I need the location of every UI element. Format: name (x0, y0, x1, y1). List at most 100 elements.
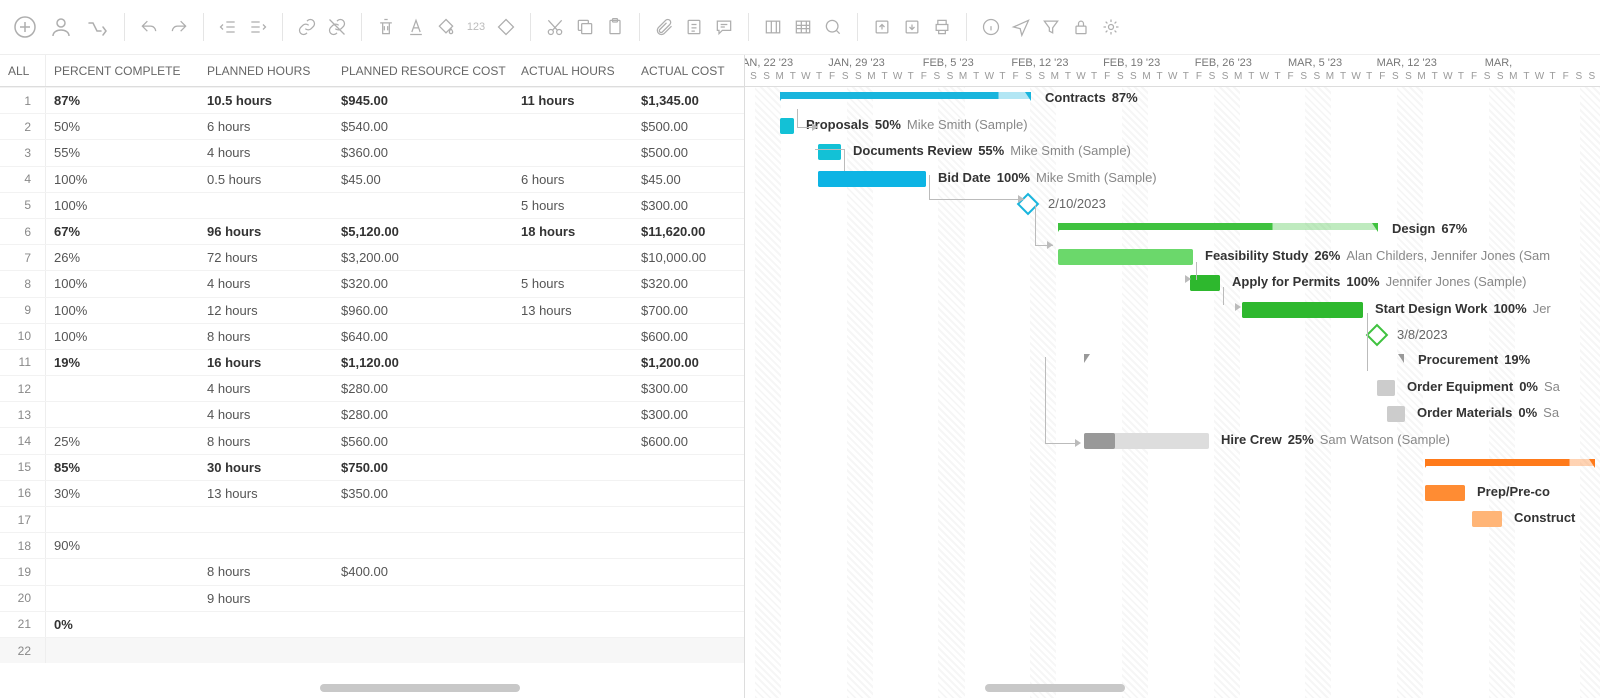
cell-accost[interactable]: $600.00 (633, 434, 743, 449)
cell-plcost[interactable]: $560.00 (333, 434, 513, 449)
copy-icon[interactable] (573, 15, 597, 39)
table-row[interactable]: 209 hours (0, 585, 744, 611)
cell-plhrs[interactable]: 72 hours (199, 250, 333, 265)
cell-accost[interactable]: $11,620.00 (633, 224, 743, 239)
cell-accost[interactable]: $300.00 (633, 198, 743, 213)
table-row[interactable]: 1890% (0, 532, 744, 558)
cell-accost[interactable]: $500.00 (633, 119, 743, 134)
cell-accost[interactable]: $45.00 (633, 172, 743, 187)
cell-accost[interactable]: $500.00 (633, 145, 743, 160)
cut-icon[interactable] (543, 15, 567, 39)
cell-pct[interactable]: 30% (46, 486, 199, 501)
cell-plcost[interactable]: $945.00 (333, 93, 513, 108)
col-header-plcost[interactable]: PLANNED RESOURCE COST (333, 55, 513, 86)
cell-accost[interactable]: $700.00 (633, 303, 743, 318)
cell-pct[interactable]: 85% (46, 460, 199, 475)
cell-plhrs[interactable]: 16 hours (199, 355, 333, 370)
cell-plhrs[interactable]: 13 hours (199, 486, 333, 501)
cell-accost[interactable]: $1,345.00 (633, 93, 743, 108)
task-bar[interactable] (818, 171, 926, 187)
cell-plhrs[interactable]: 96 hours (199, 224, 333, 239)
cell-plhrs[interactable]: 8 hours (199, 564, 333, 579)
cell-accost[interactable]: $600.00 (633, 329, 743, 344)
link-icon[interactable] (295, 15, 319, 39)
table-row[interactable]: 5100%5 hours$300.00 (0, 192, 744, 218)
cell-plhrs[interactable]: 9 hours (199, 591, 333, 606)
table-row[interactable]: 198 hours$400.00 (0, 558, 744, 584)
cell-plcost[interactable]: $960.00 (333, 303, 513, 318)
table-row[interactable]: 4100%0.5 hours$45.006 hours$45.00 (0, 166, 744, 192)
task-bar[interactable] (1058, 249, 1193, 265)
cell-plcost[interactable]: $1,120.00 (333, 355, 513, 370)
summary-bar[interactable] (780, 92, 1031, 99)
col-header-accost[interactable]: ACTUAL COST (633, 55, 743, 86)
table-row[interactable]: 1425%8 hours$560.00$600.00 (0, 427, 744, 453)
cell-achrs[interactable]: 5 hours (513, 276, 633, 291)
cell-plcost[interactable]: $45.00 (333, 172, 513, 187)
table-row[interactable]: 250%6 hours$540.00$500.00 (0, 113, 744, 139)
export-icon[interactable] (870, 15, 894, 39)
cell-plcost[interactable]: $350.00 (333, 486, 513, 501)
cell-plcost[interactable]: $640.00 (333, 329, 513, 344)
table-row[interactable]: 210% (0, 611, 744, 637)
info-icon[interactable] (979, 15, 1003, 39)
zoom-icon[interactable] (821, 15, 845, 39)
task-bar[interactable] (1190, 275, 1220, 291)
cell-accost[interactable]: $300.00 (633, 407, 743, 422)
cell-plhrs[interactable]: 4 hours (199, 381, 333, 396)
cell-plhrs[interactable]: 4 hours (199, 145, 333, 160)
table-row[interactable]: 22 (0, 637, 744, 663)
cell-accost[interactable]: $300.00 (633, 381, 743, 396)
cell-plcost[interactable]: $540.00 (333, 119, 513, 134)
task-bar[interactable] (1084, 433, 1209, 449)
undo-icon[interactable] (137, 15, 161, 39)
cell-pct[interactable]: 50% (46, 119, 199, 134)
table-row[interactable]: 355%4 hours$360.00$500.00 (0, 139, 744, 165)
cell-accost[interactable]: $320.00 (633, 276, 743, 291)
diamond-icon[interactable] (494, 15, 518, 39)
cell-achrs[interactable]: 6 hours (513, 172, 633, 187)
outdent-icon[interactable] (216, 15, 240, 39)
cell-pct[interactable]: 19% (46, 355, 199, 370)
cell-plcost[interactable]: $320.00 (333, 276, 513, 291)
cell-plhrs[interactable]: 6 hours (199, 119, 333, 134)
cell-achrs[interactable]: 5 hours (513, 198, 633, 213)
table-row[interactable]: 8100%4 hours$320.005 hours$320.00 (0, 270, 744, 296)
print-icon[interactable] (930, 15, 954, 39)
cell-pct[interactable]: 0% (46, 617, 199, 632)
indent-icon[interactable] (246, 15, 270, 39)
summary-bar[interactable] (1425, 459, 1595, 466)
task-bar[interactable] (780, 118, 794, 134)
cell-plcost[interactable]: $3,200.00 (333, 250, 513, 265)
cell-pct[interactable]: 100% (46, 329, 199, 344)
cell-accost[interactable]: $1,200.00 (633, 355, 743, 370)
col-header-pct[interactable]: PERCENT COMPLETE (46, 55, 199, 86)
cell-plcost[interactable]: $5,120.00 (333, 224, 513, 239)
cell-plcost[interactable]: $750.00 (333, 460, 513, 475)
table-row[interactable]: 667%96 hours$5,120.0018 hours$11,620.00 (0, 218, 744, 244)
cell-pct[interactable]: 55% (46, 145, 199, 160)
cell-pct[interactable]: 67% (46, 224, 199, 239)
cell-pct[interactable]: 26% (46, 250, 199, 265)
table-row[interactable]: 124 hours$280.00$300.00 (0, 375, 744, 401)
send-icon[interactable] (1009, 15, 1033, 39)
col-header-all[interactable]: ALL (0, 55, 46, 86)
cell-plhrs[interactable]: 0.5 hours (199, 172, 333, 187)
task-bar[interactable] (1425, 485, 1465, 501)
grid-icon[interactable] (791, 15, 815, 39)
import-icon[interactable] (900, 15, 924, 39)
cell-pct[interactable]: 90% (46, 538, 199, 553)
task-bar[interactable] (1387, 406, 1405, 422)
comment-icon[interactable] (712, 15, 736, 39)
cell-pct[interactable]: 100% (46, 172, 199, 187)
cell-pct[interactable]: 100% (46, 198, 199, 213)
cell-achrs[interactable]: 13 hours (513, 303, 633, 318)
task-bar[interactable] (1377, 380, 1395, 396)
filter-icon[interactable] (1039, 15, 1063, 39)
cell-achrs[interactable]: 18 hours (513, 224, 633, 239)
cell-plhrs[interactable]: 12 hours (199, 303, 333, 318)
add-icon[interactable] (10, 12, 40, 42)
gantt-body[interactable]: Contracts87%Proposals50%Mike Smith (Samp… (745, 87, 1600, 698)
cell-plhrs[interactable]: 10.5 hours (199, 93, 333, 108)
paste-icon[interactable] (603, 15, 627, 39)
